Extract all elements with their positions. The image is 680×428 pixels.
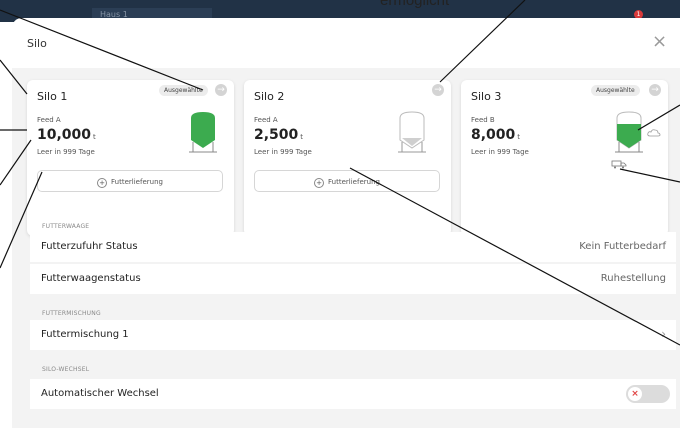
silo-name: Silo 3 (471, 90, 502, 103)
modal-title: Silo (27, 37, 47, 50)
feed-type: Feed B (471, 116, 495, 124)
row-futtermischung[interactable]: Futtermischung 1 › (30, 320, 676, 350)
arrow-right-icon[interactable]: → (432, 84, 444, 96)
section-label-futtermischung: FUTTERMISCHUNG (42, 310, 101, 317)
chevron-right-icon: › (661, 327, 666, 341)
row-label: Futterwaagenstatus (41, 273, 141, 284)
empty-forecast: Leer in 999 Tage (254, 148, 312, 156)
selected-badge: Ausgewählte (159, 85, 208, 96)
plus-circle-icon: + (314, 178, 325, 188)
silo-modal: Silo × Silo 1 Ausgewählte → Feed A 10,00… (12, 18, 680, 428)
section-label-silo-wechsel: SILO-WECHSEL (42, 366, 90, 373)
silo-card-2[interactable]: Silo 2 → Feed A 2,500 t Leer in 999 Tage … (244, 80, 451, 236)
silo-name: Silo 2 (254, 90, 285, 103)
silo-icon (189, 112, 217, 153)
selected-badge: Ausgewählte (591, 85, 640, 96)
section-label-futterwaage: FUTTERWAAGE (42, 223, 90, 230)
modal-header: Silo × (12, 18, 680, 68)
close-icon[interactable]: × (652, 33, 667, 51)
empty-forecast: Leer in 999 Tage (471, 148, 529, 156)
feed-type: Feed A (254, 116, 278, 124)
cloud-icon (647, 129, 661, 137)
row-value: Ruhestellung (600, 273, 666, 284)
row-label: Futterzufuhr Status (41, 241, 138, 252)
auto-switch-toggle[interactable]: × (626, 385, 670, 403)
silo-card-1[interactable]: Silo 1 Ausgewählte → Feed A 10,000 t Leer… (27, 80, 234, 236)
silo-card-3[interactable]: Silo 3 Ausgewählte → Feed B 8,000 t Leer … (461, 80, 668, 236)
toggle-x-icon: × (628, 387, 642, 401)
silo-amount: 10,000 t (37, 127, 96, 143)
row-automatischer-wechsel: Automatischer Wechsel × (30, 379, 676, 409)
row-futterwaagenstatus: Futterwaagenstatus Ruhestellung (30, 264, 676, 294)
truck-icon[interactable] (611, 160, 627, 169)
callout-text: ermöglicht (380, 0, 450, 9)
feed-type: Feed A (37, 116, 61, 124)
silo-amount: 2,500 t (254, 127, 304, 143)
arrow-right-icon[interactable]: → (649, 84, 661, 96)
row-label: Futtermischung 1 (41, 329, 129, 340)
plus-circle-icon: + (97, 178, 108, 188)
delivery-button[interactable]: + Futterlieferung (37, 170, 223, 192)
row-futterzufuhr-status: Futterzufuhr Status Kein Futterbedarf (30, 232, 676, 262)
arrow-right-icon[interactable]: → (215, 84, 227, 96)
silo-name: Silo 1 (37, 90, 68, 103)
empty-forecast: Leer in 999 Tage (37, 148, 95, 156)
row-label: Automatischer Wechsel (41, 388, 159, 399)
row-value: Kein Futterbedarf (579, 241, 666, 252)
silo-icon (398, 111, 426, 153)
delivery-button[interactable]: + Futterlieferung (254, 170, 440, 192)
silo-icon (615, 111, 643, 153)
silo-amount: 8,000 t (471, 127, 521, 143)
